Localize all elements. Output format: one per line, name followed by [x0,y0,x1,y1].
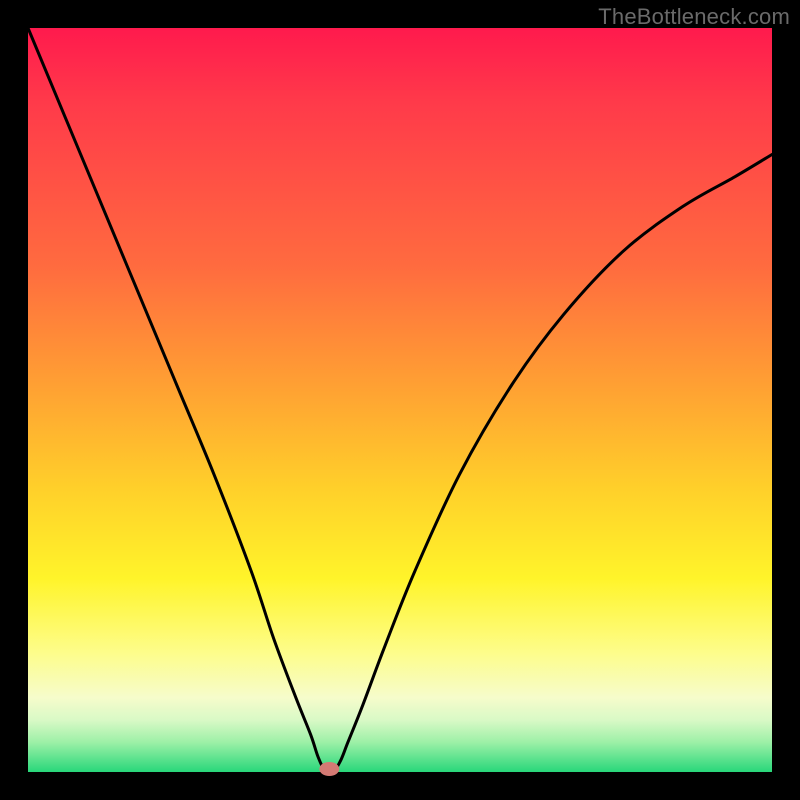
curve-layer [28,28,772,772]
watermark-text: TheBottleneck.com [598,4,790,30]
plot-frame [28,28,772,772]
bottleneck-curve [28,28,772,774]
optimum-marker [319,762,339,776]
